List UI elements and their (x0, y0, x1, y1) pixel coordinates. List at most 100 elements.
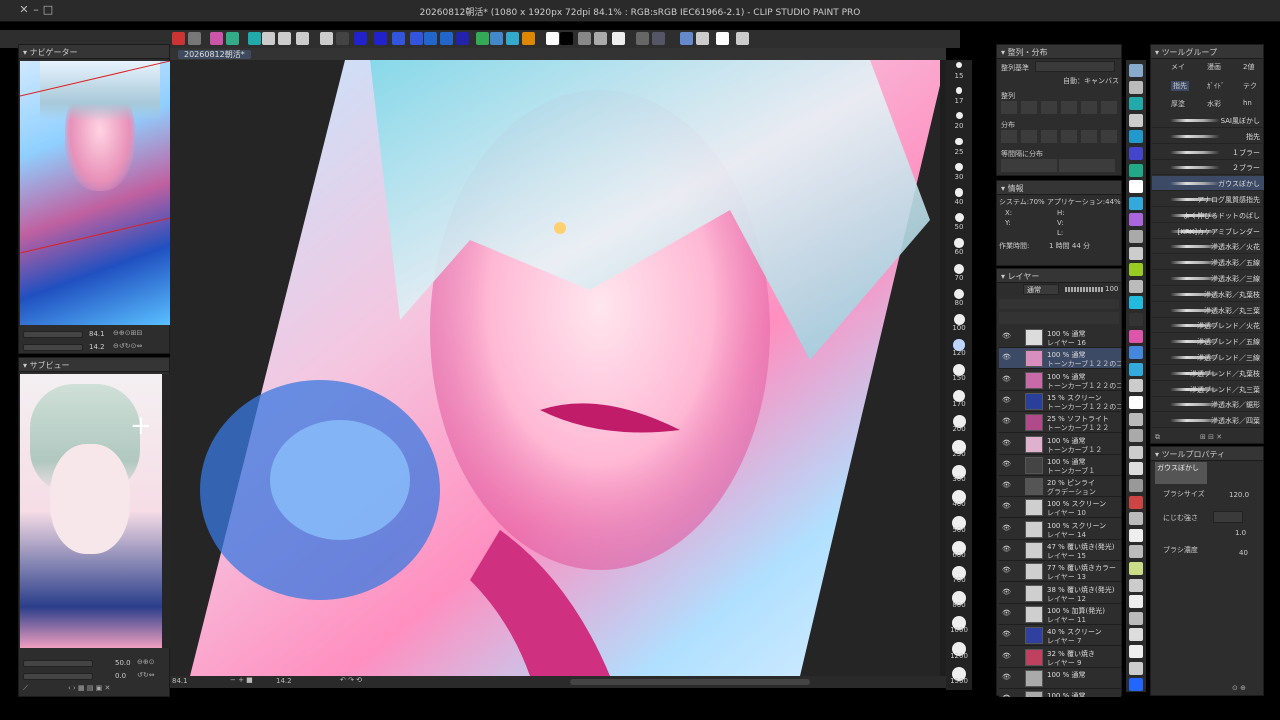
brush-item[interactable]: 滲透水彩／三線 (1152, 271, 1264, 286)
tool-icon[interactable] (1129, 246, 1143, 260)
tool-icon[interactable] (1129, 346, 1143, 360)
command-bar-icon[interactable] (652, 32, 665, 45)
tool-icon[interactable] (1129, 230, 1143, 243)
layer-row[interactable]: 👁 77 % 覆い焼きカラー レイヤー 13 (999, 561, 1121, 583)
brush-size-preset-icon[interactable] (955, 87, 963, 94)
command-bar-icon[interactable] (476, 32, 489, 45)
command-bar-icon[interactable] (172, 32, 185, 45)
brush-item[interactable]: １ブラー (1152, 145, 1264, 160)
tool-icon[interactable] (1129, 362, 1143, 376)
tool-icon[interactable] (1129, 213, 1143, 227)
tool-icon[interactable] (1129, 429, 1143, 443)
tool-icon[interactable] (1129, 545, 1143, 559)
tool-icon[interactable] (1129, 661, 1143, 675)
eye-icon[interactable]: 👁 (1002, 396, 1011, 404)
command-bar-icon[interactable] (696, 32, 709, 45)
layer-row[interactable]: 👁100 % 通常トーンカーブ１２２のコピー (999, 369, 1121, 391)
tool-icon[interactable] (1129, 678, 1143, 692)
distribute-buttons[interactable] (1001, 130, 1117, 143)
command-bar-icon[interactable] (354, 32, 367, 45)
command-bar-icon[interactable] (210, 32, 223, 45)
subview-angle-slider[interactable] (23, 673, 93, 680)
tool-icon[interactable] (1129, 412, 1143, 426)
command-bar-icon[interactable] (522, 32, 535, 45)
document-tab[interactable]: 20260812朝活* (178, 50, 251, 59)
tool-icon[interactable] (1129, 479, 1143, 492)
brush-item[interactable]: 滲透水彩／火花 (1152, 239, 1264, 255)
subview-rotate-buttons-icon[interactable]: ↺↻⇔ (137, 671, 155, 679)
layer-row[interactable]: 👁 25 % ソフトライト トーンカーブ１２２ (999, 412, 1121, 434)
tool-icon[interactable] (1129, 163, 1143, 177)
command-bar-icon[interactable] (456, 32, 469, 45)
command-bar-icon[interactable] (440, 32, 453, 45)
brush-size-value[interactable]: 120.0 (1229, 491, 1249, 499)
canvas-area[interactable] (170, 60, 946, 676)
eye-icon[interactable]: 👁 (1002, 353, 1011, 361)
brush-size-preset-icon[interactable] (955, 112, 963, 120)
subview-bottom-icons[interactable]: ⟋ ‹ › ▦ ▤ ▣ ✕ (23, 684, 169, 696)
eye-icon[interactable]: 👁 (1002, 524, 1011, 532)
layer-command-icons[interactable] (999, 312, 1119, 324)
tab-hn[interactable]: hn (1243, 99, 1252, 107)
tool-icon[interactable] (1129, 113, 1143, 127)
layer-row[interactable]: 👁 100 % 通常 (999, 689, 1121, 697)
opacity-value[interactable]: 100 (1105, 285, 1118, 293)
eye-icon[interactable]: 👁 (1002, 481, 1011, 489)
command-bar-icon[interactable] (680, 32, 693, 45)
tab-texture[interactable]: テク (1243, 81, 1257, 91)
tool-icon[interactable] (1129, 313, 1143, 326)
brush-item[interactable]: 滲透ブレンド／丸三葉 (1152, 382, 1264, 397)
command-bar-icon[interactable] (546, 32, 559, 45)
command-bar-icon[interactable] (336, 32, 349, 45)
command-bar-icon[interactable] (188, 32, 201, 45)
command-bar-icon[interactable] (716, 32, 729, 45)
eye-icon[interactable]: 👁 (1002, 630, 1011, 638)
tool-icon[interactable] (1129, 80, 1143, 94)
eye-icon[interactable]: 👁 (1002, 545, 1011, 553)
layer-row[interactable]: 👁15 % スクリーントーンカーブ１２２のコピー (999, 390, 1121, 412)
brush-size-preset-icon[interactable] (955, 137, 963, 146)
brush-item[interactable]: 滲透水彩／鋸形 (1152, 397, 1264, 413)
eye-icon[interactable]: 👁 (1002, 609, 1011, 617)
equal-distribute-button-2[interactable] (1059, 159, 1115, 172)
command-bar-icon[interactable] (392, 32, 405, 45)
command-bar-icon[interactable] (636, 32, 649, 45)
brush-size-preset-icon[interactable] (955, 162, 963, 171)
brush-item[interactable]: SAI風ぼかし (1152, 113, 1264, 128)
command-bar-icon[interactable] (612, 32, 625, 45)
tool-icon[interactable] (1129, 196, 1143, 210)
brush-item[interactable]: ２ブラー (1152, 160, 1264, 176)
align-buttons[interactable] (1001, 101, 1117, 114)
eye-icon[interactable]: 👁 (1002, 652, 1011, 660)
status-rotate-icons[interactable]: ↶ ↷ ⟲ (340, 676, 362, 684)
layer-row[interactable]: 👁 100 % 通常 トーンカーブ１ (999, 454, 1121, 476)
blur-toggle[interactable] (1213, 511, 1243, 523)
command-bar-icon[interactable] (490, 32, 503, 45)
brush-item[interactable]: 滲透ブレンド／五線 (1152, 334, 1264, 350)
tool-icon[interactable] (1129, 329, 1143, 343)
command-bar-icon[interactable] (736, 32, 749, 45)
brush-item[interactable]: 滲透ブレンド／丸葉枝 (1152, 366, 1264, 381)
command-bar-icon[interactable] (560, 32, 573, 45)
layer-row[interactable]: 👁 100 % 通常 トーンカーブ１２ (999, 433, 1121, 455)
layer-row[interactable]: 👁 20 % ピンライ グラデーション (999, 476, 1121, 498)
brush-item[interactable]: 滲透水彩／四葉 (1152, 413, 1264, 429)
brush-list-buttons[interactable]: ⧉ ⊞ ⊟ ✕ (1155, 433, 1222, 442)
eye-icon[interactable]: 👁 (1002, 417, 1011, 425)
tab-watercolor[interactable]: 水彩 (1207, 99, 1221, 109)
layer-lock-icons[interactable] (999, 299, 1119, 309)
tool-icon[interactable] (1129, 180, 1143, 194)
tab-thick[interactable]: 厚塗 (1171, 99, 1185, 109)
density-value[interactable]: 40 (1239, 549, 1248, 557)
command-bar-icon[interactable] (320, 32, 333, 45)
layer-row[interactable]: 👁 47 % 覆い焼き(発光) レイヤー 15 (999, 540, 1121, 561)
tool-icon[interactable] (1129, 379, 1143, 393)
layer-row[interactable]: 👁100 % 通常トーンカーブ１２２のコピー (999, 348, 1121, 370)
brush-item[interactable]: 滲透水彩／丸三葉 (1152, 303, 1264, 318)
tool-icon[interactable] (1129, 445, 1143, 459)
eye-icon[interactable]: 👁 (1002, 460, 1011, 468)
eye-icon[interactable]: 👁 (1002, 502, 1011, 510)
angle-slider[interactable] (23, 344, 83, 351)
eye-icon[interactable]: 👁 (1002, 332, 1011, 340)
eye-icon[interactable]: 👁 (1002, 588, 1011, 596)
